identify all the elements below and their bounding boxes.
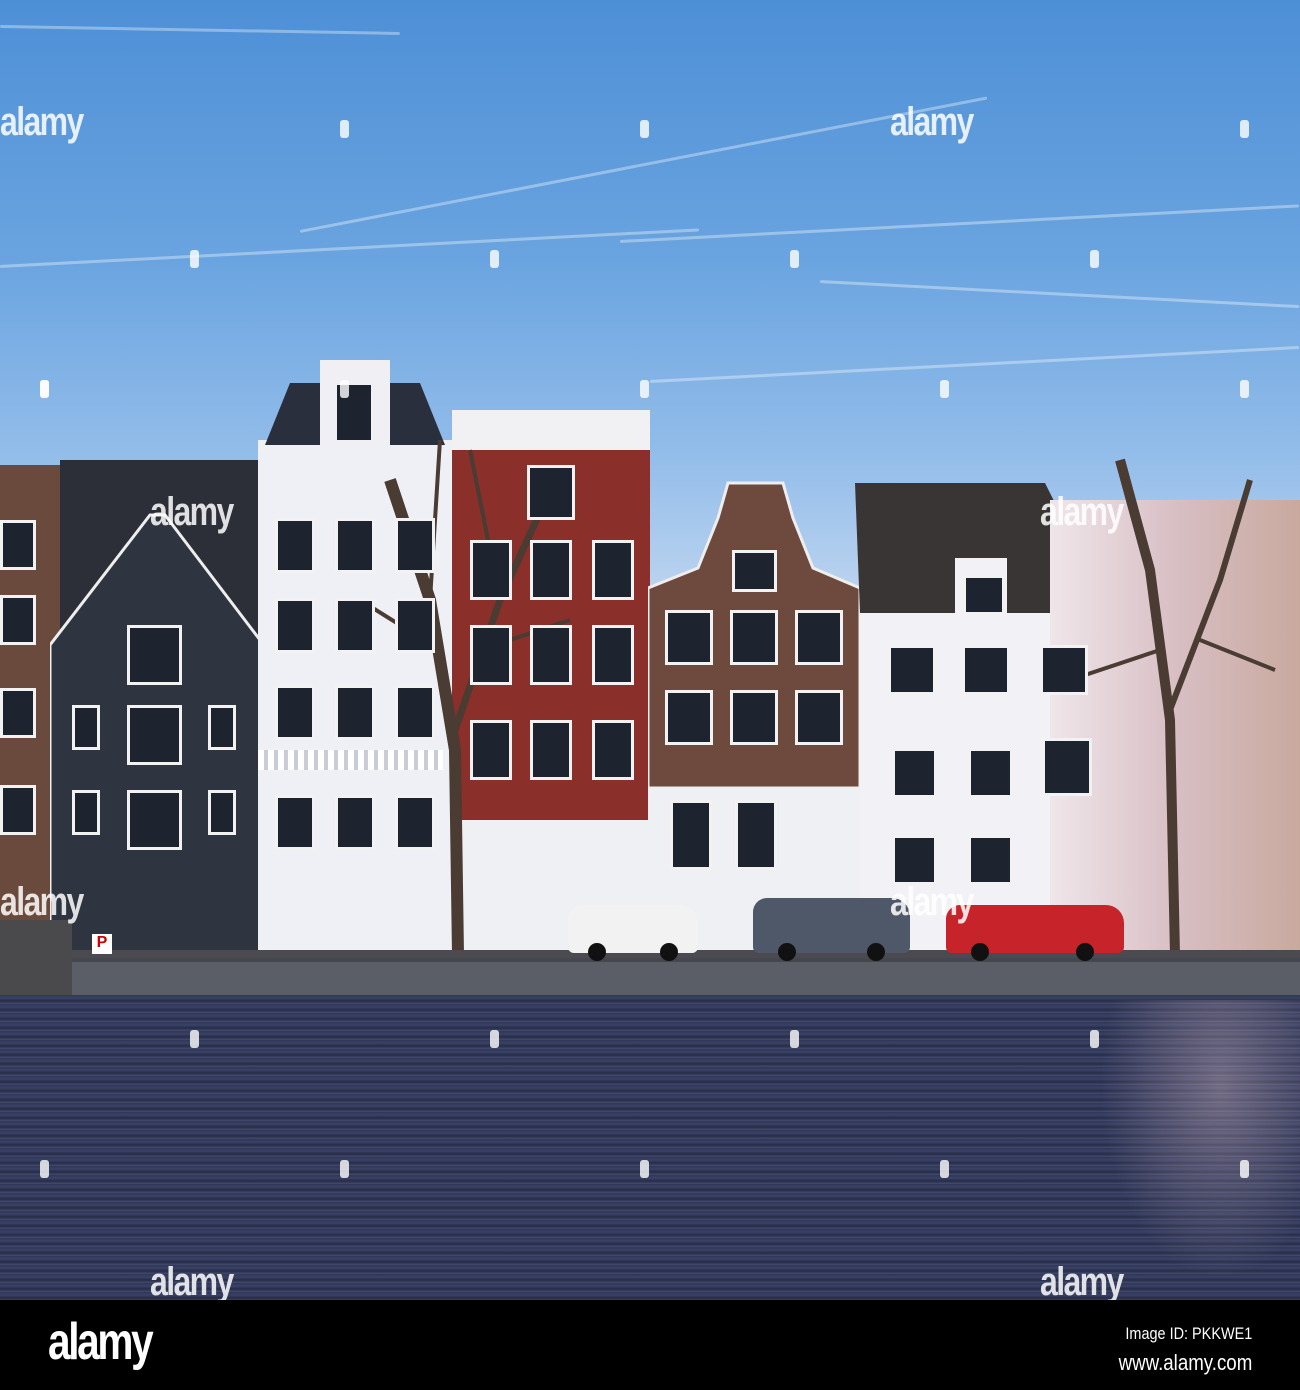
window xyxy=(335,518,375,573)
quay-wall xyxy=(60,958,1300,999)
watermark: alamy xyxy=(890,880,974,924)
window xyxy=(0,520,36,570)
water-reflection xyxy=(1100,1000,1300,1280)
window xyxy=(1042,738,1092,796)
window xyxy=(395,518,435,573)
window xyxy=(795,690,843,745)
canal-photo: P alamy alamy alamy alamy alamy alamy al… xyxy=(0,0,1300,1300)
watermark: alamy xyxy=(0,100,84,144)
window xyxy=(395,598,435,653)
watermark-dot xyxy=(40,380,49,398)
car-white xyxy=(568,905,698,961)
watermark-dot xyxy=(1240,1160,1249,1178)
window xyxy=(968,748,1013,798)
watermark: alamy xyxy=(0,880,84,924)
watermark-dot xyxy=(640,1160,649,1178)
window xyxy=(127,790,182,850)
window xyxy=(335,598,375,653)
window xyxy=(72,790,100,835)
window xyxy=(962,645,1010,695)
window xyxy=(470,540,512,600)
watermark-dot xyxy=(340,1160,349,1178)
window xyxy=(592,720,634,780)
image-id: Image ID: PKKWE1 xyxy=(1125,1324,1252,1343)
window xyxy=(592,625,634,685)
footer-bar: alamy Image ID: PKKWE1 www.alamy.com xyxy=(0,1300,1300,1390)
contrail xyxy=(619,204,1300,243)
watermark-dot xyxy=(940,380,949,398)
contrail xyxy=(649,345,1300,383)
window xyxy=(395,795,435,850)
window xyxy=(530,625,572,685)
window xyxy=(470,625,512,685)
watermark: alamy xyxy=(150,490,234,534)
watermark-dot xyxy=(190,250,199,268)
window xyxy=(795,610,843,665)
contrail xyxy=(819,280,1300,309)
window xyxy=(592,540,634,600)
watermark-dot xyxy=(1090,250,1099,268)
window xyxy=(665,690,713,745)
contrail xyxy=(299,96,988,233)
window xyxy=(0,785,36,835)
parking-sign: P xyxy=(92,934,112,954)
window xyxy=(670,800,712,870)
window xyxy=(530,540,572,600)
window xyxy=(395,685,435,740)
window xyxy=(968,835,1013,885)
watermark: alamy xyxy=(1040,490,1124,534)
watermark-dot xyxy=(640,380,649,398)
site-url: www.alamy.com xyxy=(1118,1350,1252,1375)
watermark-dot xyxy=(40,1160,49,1178)
window xyxy=(275,795,315,850)
window xyxy=(888,645,936,695)
window xyxy=(335,685,375,740)
watermark-dot xyxy=(490,1030,499,1048)
window xyxy=(530,720,572,780)
watermark-dot xyxy=(790,250,799,268)
window xyxy=(335,795,375,850)
watermark-dot xyxy=(790,1030,799,1048)
window xyxy=(0,688,36,738)
watermark-dot xyxy=(340,120,349,138)
watermark-dot xyxy=(640,120,649,138)
window xyxy=(208,790,236,835)
window xyxy=(275,685,315,740)
watermark: alamy xyxy=(1040,1260,1124,1300)
houseboat xyxy=(0,920,72,1002)
window xyxy=(72,705,100,750)
contrail xyxy=(0,25,400,35)
window xyxy=(275,518,315,573)
car-grey-suv xyxy=(753,898,910,961)
window xyxy=(963,575,1005,615)
watermark-dot xyxy=(490,250,499,268)
watermark-dot xyxy=(1090,1030,1099,1048)
window xyxy=(127,625,182,685)
window xyxy=(527,465,575,520)
window xyxy=(730,610,778,665)
watermark-dot xyxy=(1240,120,1249,138)
window xyxy=(1040,645,1088,695)
window xyxy=(892,748,937,798)
watermark: alamy xyxy=(150,1260,234,1300)
window xyxy=(730,690,778,745)
window xyxy=(470,720,512,780)
window xyxy=(208,705,236,750)
watermark-dot xyxy=(190,1030,199,1048)
window xyxy=(275,598,315,653)
watermark-dot xyxy=(340,380,349,398)
watermark-dot xyxy=(940,1160,949,1178)
watermark-dot xyxy=(1240,380,1249,398)
contrail xyxy=(0,228,700,268)
window xyxy=(0,595,36,645)
watermark: alamy xyxy=(890,100,974,144)
window xyxy=(127,705,182,765)
window xyxy=(735,800,777,870)
window xyxy=(665,610,713,665)
window xyxy=(732,550,777,592)
window xyxy=(892,835,937,885)
alamy-logo: alamy xyxy=(48,1313,154,1371)
